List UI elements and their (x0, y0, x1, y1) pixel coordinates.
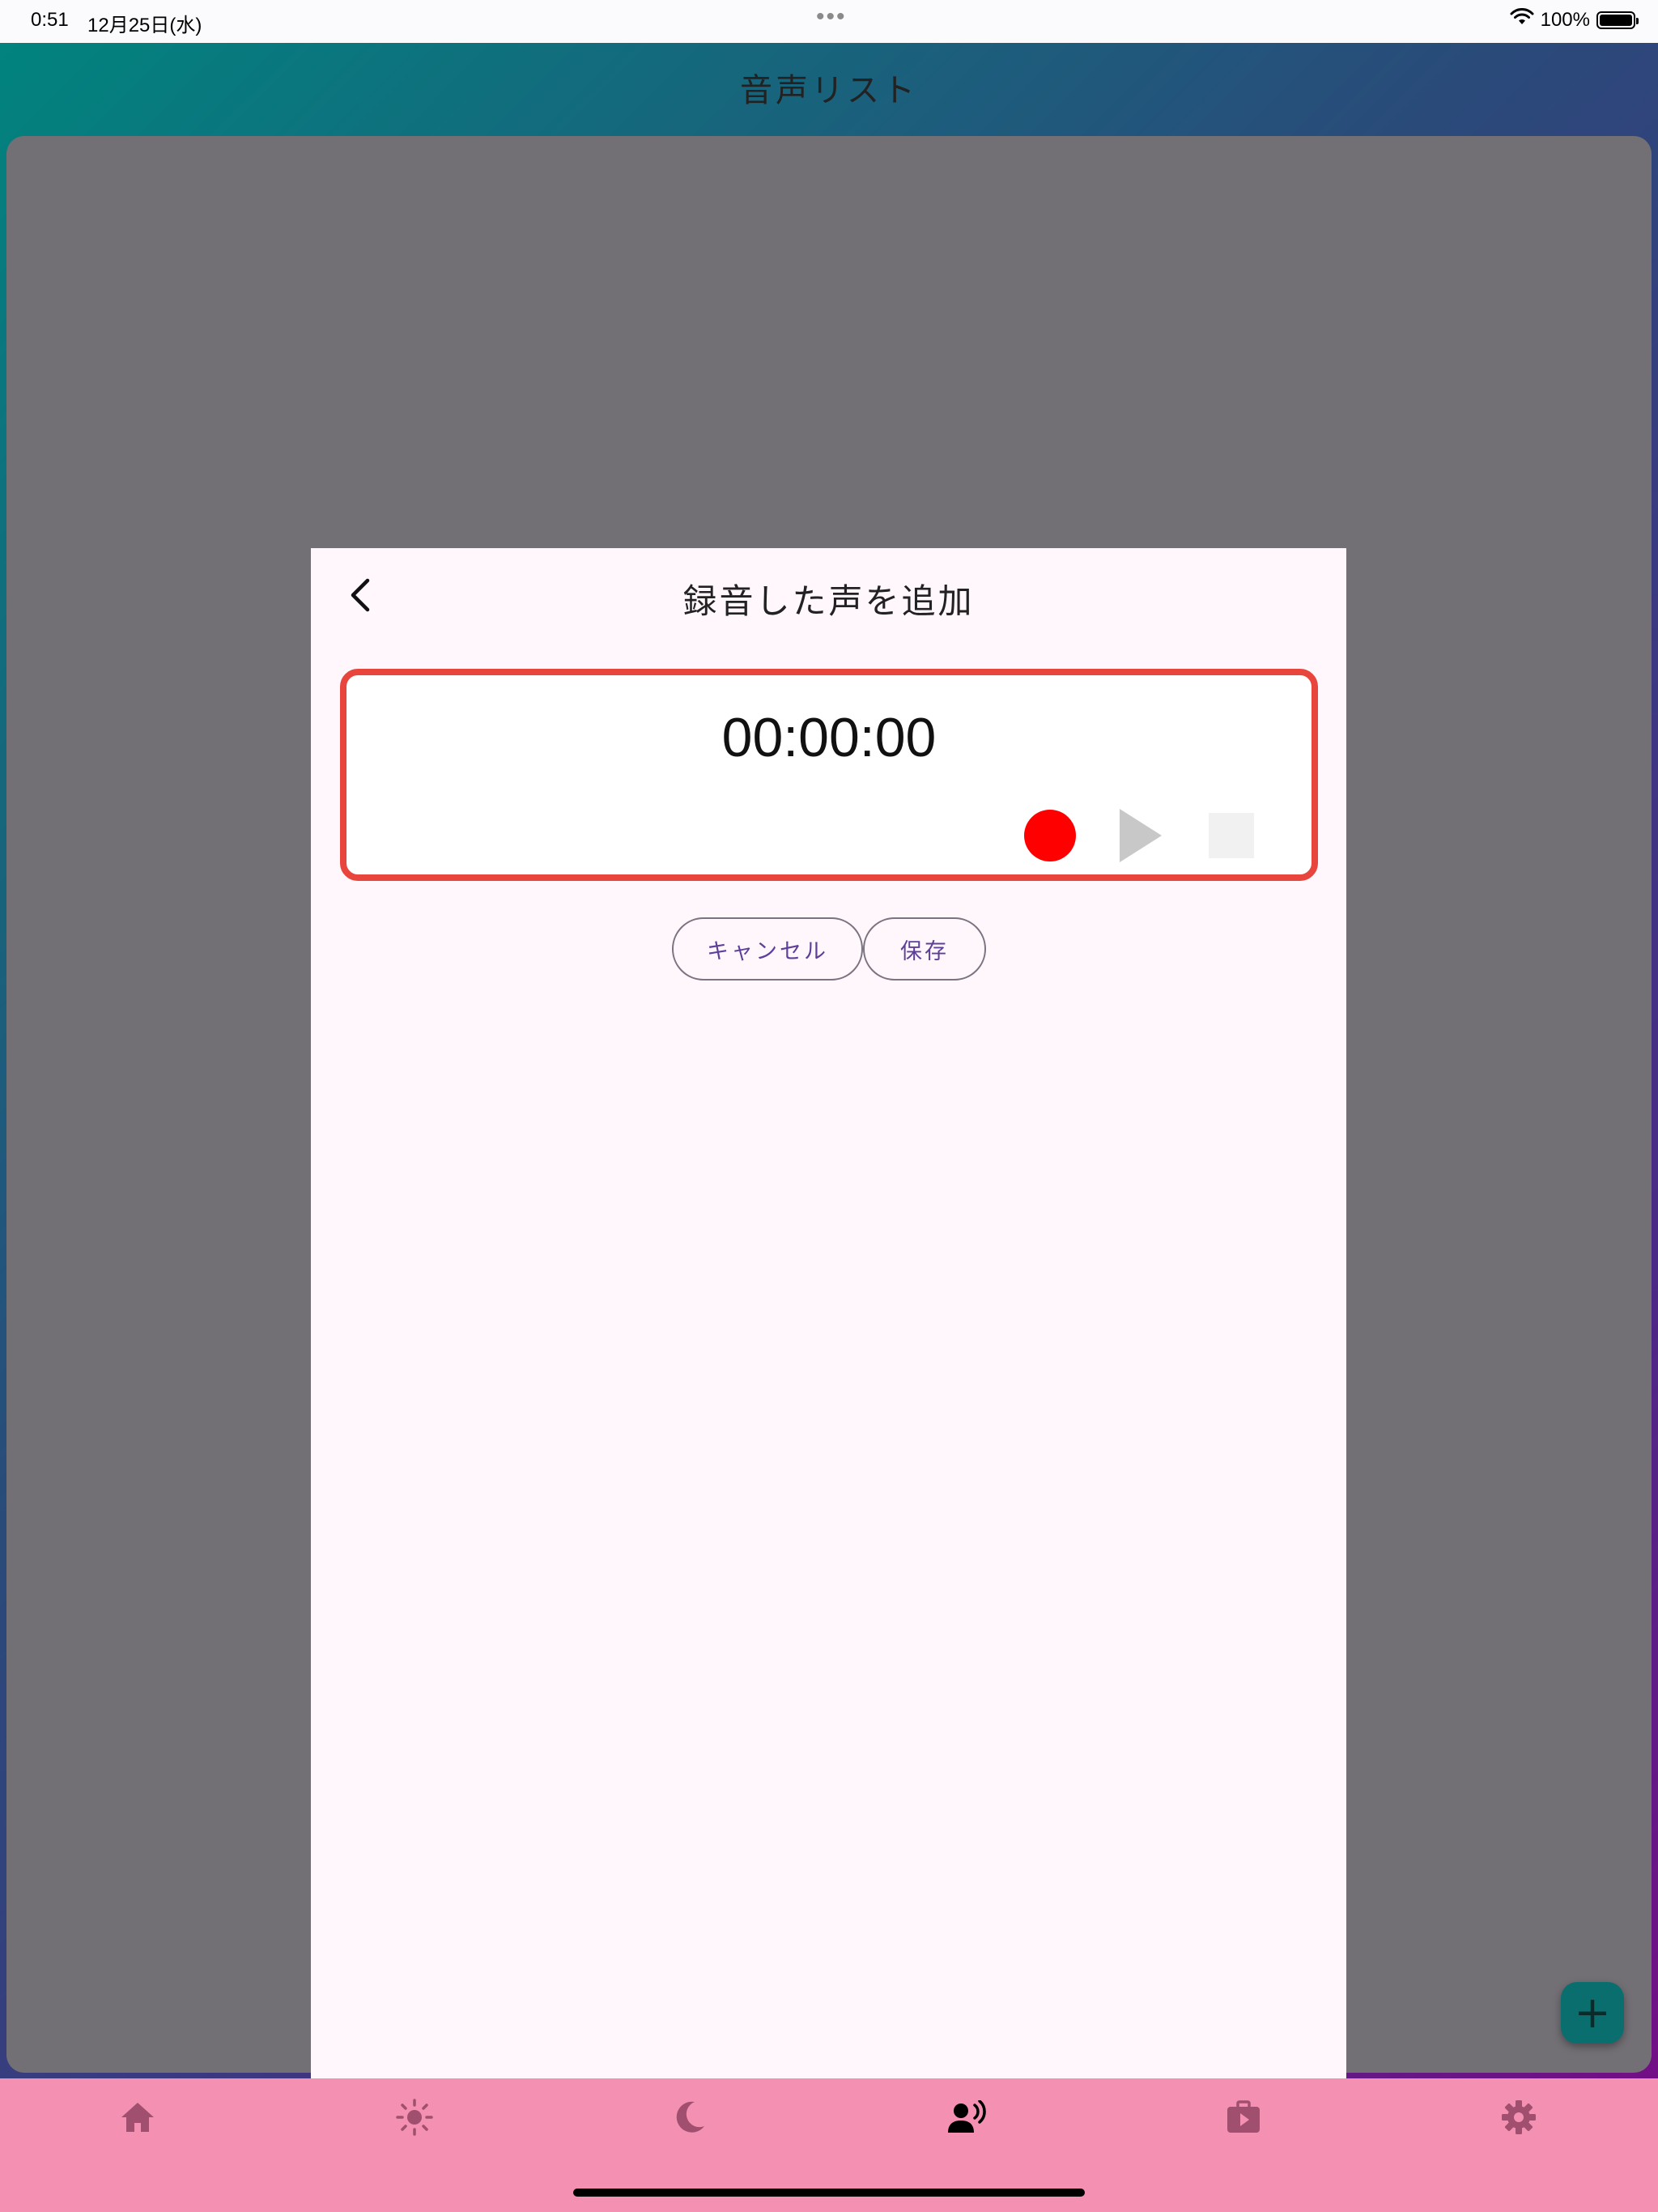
moon-icon (676, 2101, 704, 2133)
recording-timer: 00:00:00 (721, 707, 937, 768)
gear-icon (1502, 2100, 1536, 2134)
play-button[interactable] (1118, 809, 1163, 866)
nav-item-home[interactable] (113, 2093, 162, 2142)
page-title: 音声リスト (740, 72, 918, 109)
record-icon (1024, 810, 1076, 861)
app-header: 音声リスト (0, 43, 1658, 136)
nav-item-sun[interactable] (390, 2093, 439, 2142)
status-bar: 0:51 12月25日(水) ••• 100% (0, 0, 1658, 43)
home-icon (121, 2103, 154, 2132)
add-fab-button[interactable]: + (1561, 1982, 1624, 2044)
save-button[interactable]: 保存 (863, 917, 986, 981)
stop-button[interactable] (1209, 809, 1254, 861)
battery-icon (1596, 11, 1639, 29)
nav-item-settings[interactable] (1494, 2093, 1543, 2142)
battery-percent: 100% (1540, 8, 1590, 31)
home-indicator[interactable] (573, 2189, 1085, 2197)
nav-item-moon[interactable] (665, 2093, 714, 2142)
recorder-panel: 00:00:00 (340, 669, 1318, 881)
nav-item-voice[interactable] (942, 2093, 991, 2142)
play-icon (1120, 809, 1162, 862)
cancel-button[interactable]: キャンセル (672, 917, 863, 981)
status-right: 100% (1510, 8, 1639, 32)
wifi-icon (1510, 8, 1534, 32)
briefcase-play-icon (1227, 2100, 1260, 2133)
status-date: 12月25日(水) (87, 15, 202, 36)
stop-icon (1209, 813, 1254, 858)
nav-item-media[interactable] (1219, 2093, 1268, 2142)
sun-icon (396, 2099, 433, 2136)
voice-icon (948, 2100, 986, 2133)
status-time: 0:51 (31, 9, 69, 31)
dialog-title: 録音した声を追加 (682, 581, 975, 621)
multitasking-dots[interactable]: ••• (816, 3, 847, 31)
record-button[interactable] (1023, 809, 1077, 866)
add-recording-dialog: 録音した声を追加 00:00:00 キャンセル 保存 (311, 548, 1346, 2078)
dialog-header: 録音した声を追加 (311, 548, 1346, 645)
plus-icon: + (1574, 1987, 1611, 2038)
recorder-controls (346, 809, 1312, 862)
dialog-actions: キャンセル 保存 (311, 917, 1346, 982)
